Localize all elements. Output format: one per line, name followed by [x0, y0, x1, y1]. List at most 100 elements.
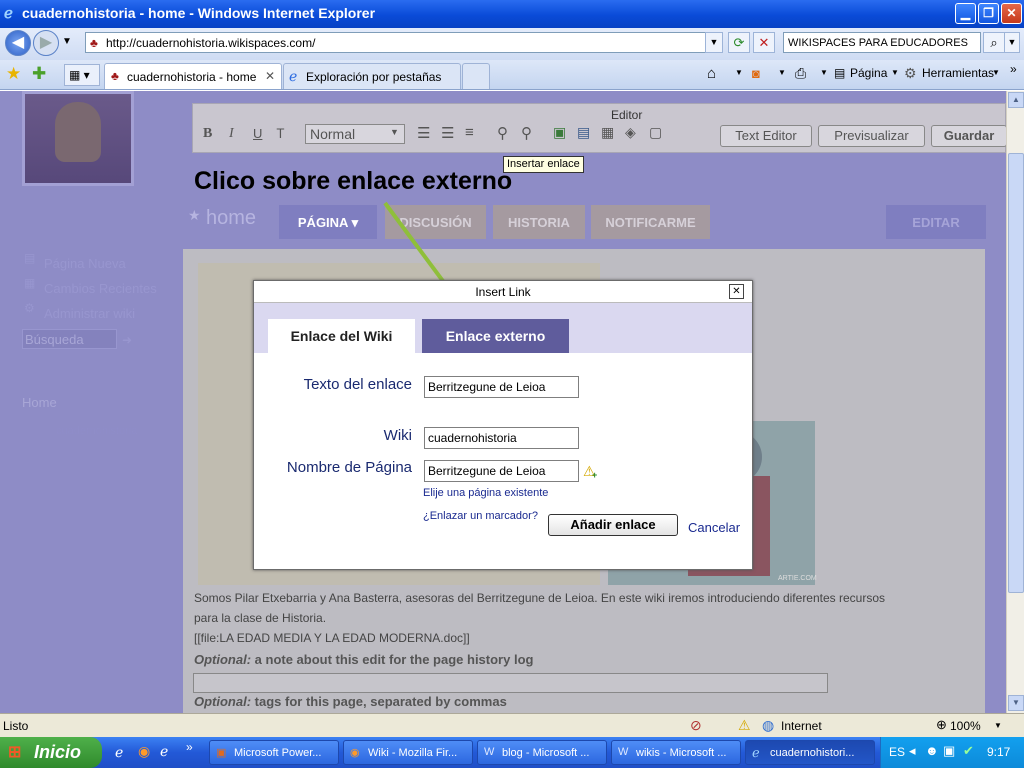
scroll-thumb[interactable] [1008, 153, 1024, 593]
add-link-button[interactable]: Añadir enlace [548, 514, 678, 536]
zoom-dropdown-icon[interactable]: ▼ [994, 721, 1002, 730]
close-button[interactable]: ✕ [1001, 3, 1022, 24]
network-icon[interactable]: ▣ [943, 743, 955, 759]
ie-quicklaunch-icon[interactable]: ℯ [115, 744, 123, 761]
wiki-input[interactable]: cuadernohistoria [424, 427, 579, 449]
tab-cuadernohistoria[interactable]: ♣ cuadernohistoria - home ✕ [104, 63, 282, 89]
save-button[interactable]: Guardar [931, 125, 1006, 147]
choose-page-link[interactable]: Elije una página existente [423, 487, 548, 499]
wiki-home-title[interactable]: home [206, 207, 256, 230]
refresh-button[interactable]: ⟳ [728, 32, 750, 53]
task-powerpoint[interactable]: ▣ Microsoft Power... [209, 740, 339, 765]
wiki-tab-notificarme[interactable]: NOTIFICARME [591, 205, 710, 239]
quicklaunch-more-icon[interactable]: » [186, 740, 193, 754]
history-dropdown-icon[interactable]: ▼ [62, 36, 72, 47]
sidebar-new-page[interactable]: Página Nueva [44, 256, 126, 271]
insert-widget-icon[interactable]: ◈ [625, 124, 636, 141]
insert-image-icon[interactable]: ▣ [553, 124, 566, 141]
format-select[interactable]: Normal ▼ [305, 124, 405, 144]
favorites-star-icon[interactable]: ★ [6, 64, 21, 84]
forward-button[interactable]: ▶ [33, 30, 59, 56]
insert-link-icon[interactable]: ⚲ [497, 124, 508, 142]
new-tab-button[interactable] [462, 63, 490, 89]
link-text-input[interactable]: Berritzegune de Leioa [424, 376, 579, 398]
page-name-input[interactable]: Berritzegune de Leioa [424, 460, 579, 482]
page-menu[interactable]: Página [850, 66, 887, 80]
sidebar-sub-link[interactable]: cuadernohistoria [56, 425, 137, 437]
vertical-scrollbar[interactable]: ▲ ▼ [1006, 91, 1024, 713]
task-label: blog - Microsoft ... [502, 747, 590, 759]
cancel-link[interactable]: Cancelar [688, 520, 740, 535]
start-button[interactable]: ⊞ Inicio [0, 737, 102, 768]
language-indicator[interactable]: ES [889, 745, 905, 759]
print-icon[interactable]: ⎙ [795, 65, 806, 82]
maximize-button[interactable]: ❐ [978, 3, 999, 24]
insert-code-icon[interactable]: ▢ [649, 124, 662, 141]
bullet-list-icon[interactable]: ☰ [441, 124, 454, 142]
address-dropdown-button[interactable]: ▼ [705, 32, 723, 53]
sidebar-home-link[interactable]: Home [22, 395, 57, 410]
feeds-icon[interactable]: ◙ [752, 66, 760, 81]
optional-tags-text: tags for this page, separated by commas [251, 694, 507, 709]
print-dropdown-icon[interactable]: ▼ [820, 68, 828, 77]
tab-wiki-link[interactable]: Enlace del Wiki [268, 319, 415, 353]
text-editor-button[interactable]: Text Editor [720, 125, 812, 147]
task-word-wikis[interactable]: Wwikis - Microsoft ... [611, 740, 741, 765]
task-firefox[interactable]: ◉ Wiki - Mozilla Fir... [343, 740, 473, 765]
panda-icon[interactable]: ☻ [925, 743, 939, 758]
quick-tabs-button[interactable]: ▦ ▾ [64, 64, 100, 86]
task-ie-active[interactable]: ℯ cuadernohistori... [745, 740, 875, 765]
wiki-tab-pagina[interactable]: PÁGINA ▾ [279, 205, 377, 239]
address-input[interactable]: http://cuadernohistoria.wikispaces.com/ [85, 32, 723, 53]
page-dropdown-icon[interactable]: ▼ [891, 68, 899, 77]
remove-link-icon[interactable]: ⚲ [521, 124, 532, 142]
home-dropdown-icon[interactable]: ▼ [735, 68, 743, 77]
close-tab-icon[interactable]: ✕ [265, 69, 275, 83]
optional-tags-label: Optional: tags for this page, separated … [194, 694, 507, 709]
search-input[interactable]: WIKISPACES PARA EDUCADORES [783, 32, 981, 53]
text-color-icon[interactable]: Ꭲ [277, 126, 285, 142]
back-button[interactable]: ◀ [5, 30, 31, 56]
italic-button[interactable]: I [229, 126, 234, 142]
security-icon[interactable]: ✔ [963, 743, 974, 759]
scroll-up-icon[interactable]: ▲ [1008, 92, 1024, 108]
tab-exploracion[interactable]: ℯ Exploración por pestañas [283, 63, 461, 89]
wiki-edit-button[interactable]: EDITAR [886, 205, 986, 239]
horizontal-rule-icon[interactable]: ≡ [465, 124, 474, 141]
dialog-close-icon[interactable]: ✕ [729, 284, 744, 299]
tools-menu[interactable]: Herramientas [922, 66, 994, 80]
task-word-blog[interactable]: Wblog - Microsoft ... [477, 740, 607, 765]
ie-tab-icon: ℯ [289, 68, 298, 84]
tab-external-link[interactable]: Enlace externo [422, 319, 569, 353]
wiki-search-input[interactable]: Búsqueda [22, 329, 117, 349]
sidebar-manage-wiki[interactable]: Administrar wiki [44, 306, 135, 321]
firefox-icon: ◉ [350, 747, 360, 759]
insert-media-icon[interactable]: ▤ [577, 124, 590, 141]
search-go-icon[interactable]: ➜ [122, 333, 132, 347]
feeds-dropdown-icon[interactable]: ▼ [778, 68, 786, 77]
scroll-down-icon[interactable]: ▼ [1008, 695, 1024, 711]
insert-table-icon[interactable]: ▦ [601, 124, 614, 141]
minimize-button[interactable]: ▁ [955, 3, 976, 24]
bookmark-link[interactable]: ¿Enlazar un marcador? [423, 510, 538, 522]
preview-button[interactable]: Previsualizar [818, 125, 925, 147]
zoom-level[interactable]: 100% [950, 719, 981, 733]
edit-note-input[interactable] [193, 673, 828, 693]
tools-dropdown-icon[interactable]: ▼ [992, 68, 1000, 77]
underline-button[interactable]: U [253, 126, 262, 141]
firefox-quicklaunch-icon[interactable]: ◉ [138, 743, 150, 760]
tray-arrow-icon[interactable]: ◂ [909, 743, 916, 759]
numbered-list-icon[interactable]: ☰ [417, 124, 430, 142]
add-favorite-icon[interactable]: ✚ [32, 64, 46, 84]
home-icon[interactable]: ⌂ [707, 65, 716, 82]
popup-blocker-icon[interactable]: ⊘ [690, 717, 702, 734]
search-options-icon[interactable]: ▼ [1004, 32, 1020, 53]
bold-button[interactable]: B [203, 126, 212, 142]
search-icon[interactable]: ⌕ [983, 32, 1005, 53]
stop-button[interactable]: ✕ [753, 32, 775, 53]
file-link[interactable]: [[file:LA EDAD MEDIA Y LA EDAD MODERNA.d… [194, 631, 470, 645]
ie2-quicklaunch-icon[interactable]: ℯ [160, 743, 168, 760]
more-chevron-icon[interactable]: » [1010, 62, 1017, 76]
internet-globe-icon: ◍ [762, 717, 775, 733]
sidebar-recent-changes[interactable]: Cambios Recientes [44, 281, 157, 296]
